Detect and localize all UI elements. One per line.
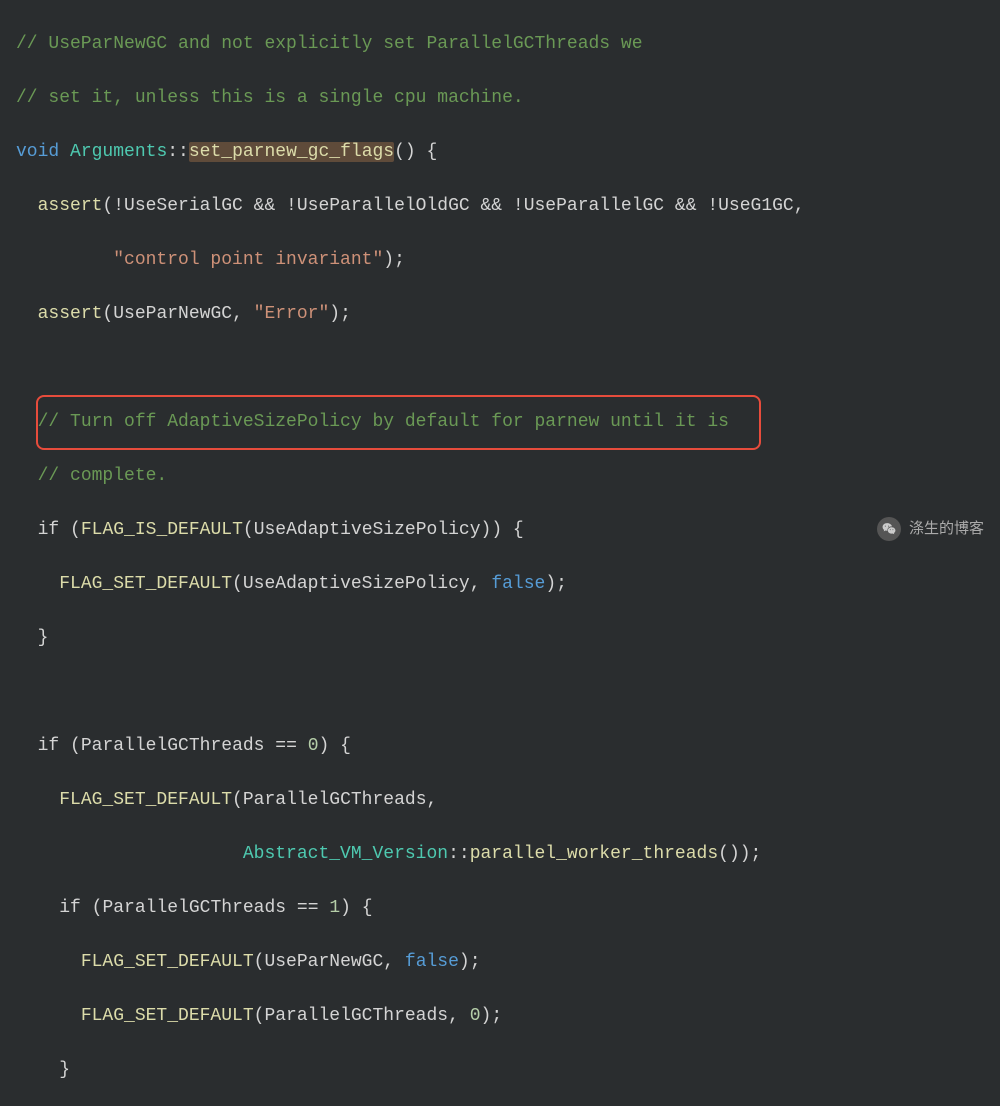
identifier: ParallelGCThreads	[81, 736, 265, 756]
identifier: ParallelGCThreads	[102, 898, 286, 918]
paren: (	[254, 1006, 265, 1026]
paren: (	[232, 790, 243, 810]
paren: (	[232, 574, 243, 594]
comment-line: // Turn off AdaptiveSizePolicy by defaul…	[38, 412, 729, 432]
if-keyword: if	[59, 898, 81, 918]
close: );	[383, 250, 405, 270]
class-name: Arguments	[70, 142, 167, 162]
identifier: UseParNewGC	[113, 304, 232, 324]
identifier: UseAdaptiveSizePolicy	[254, 520, 481, 540]
macro-call: FLAG_SET_DEFAULT	[59, 574, 232, 594]
close-brace: }	[38, 628, 49, 648]
scope-op: ::	[167, 142, 189, 162]
close: );	[545, 574, 567, 594]
number-literal: 1	[329, 898, 340, 918]
paren: (	[243, 520, 254, 540]
assert-call: assert	[38, 304, 103, 324]
comment-line: // set it, unless this is a single cpu m…	[16, 88, 524, 108]
if-keyword: if	[38, 520, 60, 540]
identifier: ParallelGCThreads	[264, 1006, 448, 1026]
close: ());	[718, 844, 761, 864]
eq-op: ==	[264, 736, 307, 756]
paren: (	[92, 898, 103, 918]
identifier: ParallelGCThreads	[243, 790, 427, 810]
identifier: UseAdaptiveSizePolicy	[243, 574, 470, 594]
paren: (	[254, 952, 265, 972]
close-brace: }	[59, 1060, 70, 1080]
assert-call: assert	[38, 196, 103, 216]
comma: ,	[232, 304, 254, 324]
close: )) {	[481, 520, 524, 540]
comma: ,	[470, 574, 492, 594]
comma: ,	[383, 952, 405, 972]
close: ) {	[340, 898, 372, 918]
code-editor[interactable]: // UseParNewGC and not explicitly set Pa…	[0, 4, 1000, 1106]
number-literal: 0	[308, 736, 319, 756]
paren: (	[70, 736, 81, 756]
watermark: 涤生的博客	[877, 517, 984, 541]
macro-call: FLAG_SET_DEFAULT	[59, 790, 232, 810]
if-keyword: if	[38, 736, 60, 756]
keyword-false: false	[405, 952, 459, 972]
comma: ,	[448, 1006, 470, 1026]
class-name: Abstract_VM_Version	[243, 844, 448, 864]
assert-expr: (!UseSerialGC && !UseParallelOldGC && !U…	[102, 196, 804, 216]
close: );	[459, 952, 481, 972]
macro-call: FLAG_SET_DEFAULT	[81, 1006, 254, 1026]
string-literal: "control point invariant"	[113, 250, 383, 270]
eq-op: ==	[286, 898, 329, 918]
macro-call: FLAG_SET_DEFAULT	[81, 952, 254, 972]
identifier: UseParNewGC	[264, 952, 383, 972]
macro-call: FLAG_IS_DEFAULT	[81, 520, 243, 540]
comma: ,	[427, 790, 438, 810]
open-paren: (	[102, 304, 113, 324]
method-name-highlighted: set_parnew_gc_flags	[189, 142, 394, 162]
paren-brace: () {	[394, 142, 437, 162]
close: );	[329, 304, 351, 324]
close: );	[481, 1006, 503, 1026]
method-call: parallel_worker_threads	[470, 844, 718, 864]
watermark-text: 涤生的博客	[909, 518, 984, 541]
string-literal: "Error"	[254, 304, 330, 324]
comment-line: // complete.	[38, 466, 168, 486]
number-literal: 0	[470, 1006, 481, 1026]
close: ) {	[319, 736, 351, 756]
paren: (	[70, 520, 81, 540]
wechat-icon	[877, 517, 901, 541]
comment-line: // UseParNewGC and not explicitly set Pa…	[16, 34, 643, 54]
keyword-void: void	[16, 142, 59, 162]
keyword-false: false	[491, 574, 545, 594]
scope-op: ::	[448, 844, 470, 864]
